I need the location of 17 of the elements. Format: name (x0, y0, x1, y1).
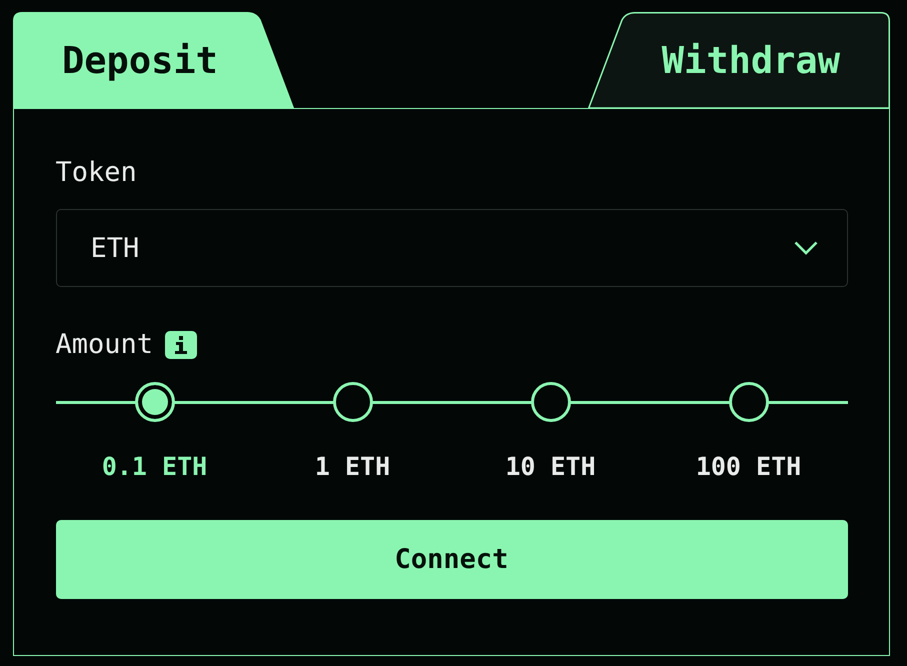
chevron-down-icon (794, 241, 818, 255)
amount-option[interactable]: 100 ETH (696, 451, 802, 483)
slider-stop[interactable] (728, 382, 768, 422)
amount-option[interactable]: 0.1 ETH (102, 451, 208, 483)
slider-stop[interactable] (134, 382, 174, 422)
slider-stop[interactable] (530, 382, 570, 422)
tab[interactable]: Withdraw (588, 12, 890, 108)
slider-stop[interactable] (332, 382, 372, 422)
connect-button[interactable]: Connect (56, 520, 848, 599)
amount-slider[interactable] (56, 382, 848, 422)
tab[interactable]: Deposit (13, 12, 294, 108)
token-label: Token (56, 157, 138, 189)
amount-option[interactable]: 1 ETH (314, 451, 390, 483)
info-icon[interactable] (165, 331, 198, 359)
amount-option[interactable]: 10 ETH (505, 451, 596, 483)
token-select[interactable]: ETH (56, 209, 848, 287)
amount-label: Amount (56, 329, 154, 361)
